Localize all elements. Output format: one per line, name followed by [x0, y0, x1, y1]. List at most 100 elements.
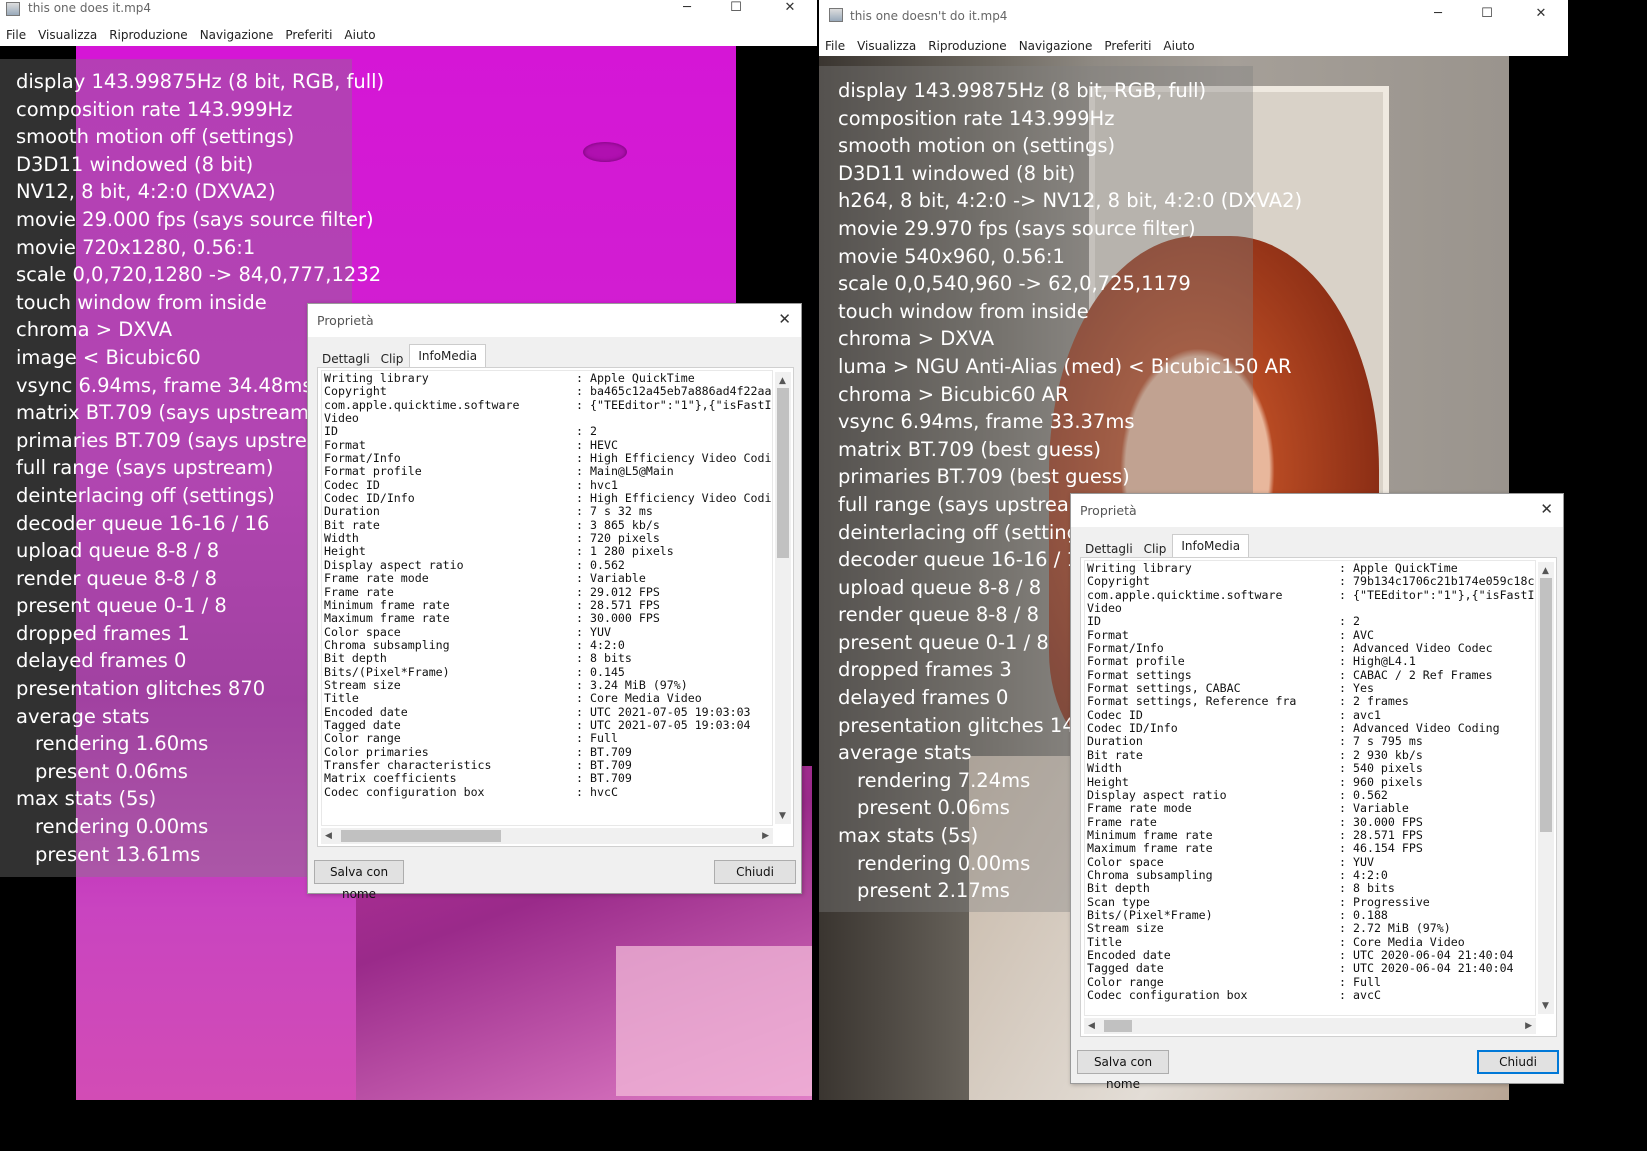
info-label: Codec ID/Info: [1087, 722, 1178, 736]
tab-strip: Dettagli Clip InfoMedia: [317, 344, 487, 369]
close-button[interactable]: ✕: [1518, 6, 1564, 26]
info-label: Codec ID: [324, 478, 380, 492]
info-separator: :: [1339, 921, 1346, 936]
vertical-scrollbar[interactable]: ▲ ▼: [775, 372, 791, 824]
infomedia-pane: Writing library: Apple QuickTime Copyright…: [317, 367, 794, 847]
tab-infomedia[interactable]: InfoMedia: [409, 344, 487, 369]
info-text-area[interactable]: Writing library: Apple QuickTime Copyright…: [1084, 560, 1536, 1016]
menu-bar: File Visualizza Riproduzione Navigazione Pre…: [819, 36, 1568, 57]
info-value: 8 bits: [1353, 881, 1395, 896]
vertical-scroll-thumb[interactable]: [1540, 578, 1552, 832]
video-furniture: [616, 946, 812, 1096]
scroll-up-icon[interactable]: ▲: [779, 376, 786, 386]
scroll-down-icon[interactable]: ▼: [779, 811, 786, 821]
osd-line: scale 0,0,540,960 -> 62,0,725,1179: [838, 272, 1191, 296]
dialog-title-bar: Proprietà ✕: [1071, 494, 1563, 527]
minimize-button[interactable]: ─: [1415, 6, 1461, 26]
info-separator: :: [576, 451, 583, 466]
info-value: 79b134c1706c21b174e059c18c: [1353, 574, 1535, 589]
info-value: Advanced Video Coding: [1353, 721, 1500, 736]
title-bar: this one doesn't do it.mp4 ─ ☐ ✕: [819, 0, 1568, 32]
info-text-area[interactable]: Writing library: Apple QuickTime Copyright…: [321, 370, 773, 826]
info-separator: :: [1339, 734, 1346, 749]
info-label: com.apple.quicktime.software: [324, 398, 520, 412]
info-value: 7 s 795 ms: [1353, 734, 1423, 749]
menu-preferiti[interactable]: Preferiti: [279, 25, 338, 46]
info-separator: :: [1339, 881, 1346, 896]
close-dialog-button[interactable]: Chiudi: [1477, 1050, 1559, 1074]
scroll-right-icon[interactable]: ▶: [762, 831, 769, 841]
info-separator: :: [1339, 934, 1346, 949]
dialog-close-icon[interactable]: ✕: [1540, 500, 1553, 518]
close-button[interactable]: ✕: [767, 0, 813, 20]
osd-line: NV12, 8 bit, 4:2:0 (DXVA2): [16, 180, 276, 204]
menu-riproduzione[interactable]: Riproduzione: [922, 36, 1013, 57]
info-label: Minimum frame rate: [324, 598, 450, 612]
menu-visualizza[interactable]: Visualizza: [32, 25, 103, 46]
scroll-left-icon[interactable]: ◀: [325, 831, 332, 841]
info-label: Bit rate: [324, 518, 380, 532]
menu-riproduzione[interactable]: Riproduzione: [103, 25, 194, 46]
info-row: Title: Core Media Video: [324, 691, 771, 705]
info-row: Frame rate mode: Variable: [1087, 801, 1534, 816]
info-value: 2: [1353, 614, 1360, 629]
info-value: Variable: [1353, 801, 1409, 816]
info-value: hvcC: [590, 784, 618, 799]
menu-aiuto[interactable]: Aiuto: [338, 25, 381, 46]
scroll-up-icon[interactable]: ▲: [1542, 566, 1549, 576]
info-row: Height:960 pixels: [1087, 775, 1534, 789]
minimize-button[interactable]: ─: [664, 0, 710, 20]
menu-visualizza[interactable]: Visualizza: [851, 36, 922, 57]
save-as-button[interactable]: Salva con nome: [314, 860, 404, 901]
maximize-button[interactable]: ☐: [1464, 6, 1510, 26]
tab-clip[interactable]: Clip: [1139, 536, 1173, 558]
vertical-scroll-thumb[interactable]: [777, 388, 789, 558]
info-separator: :: [576, 397, 583, 412]
maximize-button[interactable]: ☐: [713, 0, 759, 20]
info-value: UTC 2020-06-04 21:40:04: [1353, 961, 1514, 976]
info-label: Writing library: [324, 372, 429, 385]
tab-infomedia[interactable]: InfoMedia: [1172, 534, 1250, 559]
dialog-close-icon[interactable]: ✕: [778, 310, 791, 328]
info-separator: :: [576, 384, 583, 399]
vertical-scrollbar[interactable]: ▲ ▼: [1538, 562, 1554, 1014]
menu-navigazione[interactable]: Navigazione: [1013, 36, 1099, 57]
info-separator: :: [576, 491, 583, 506]
info-value: 4:2:0: [1353, 867, 1388, 882]
tab-dettagli[interactable]: Dettagli: [317, 346, 376, 368]
menu-aiuto[interactable]: Aiuto: [1157, 36, 1200, 57]
info-separator: :: [1339, 854, 1346, 869]
close-dialog-button[interactable]: Chiudi: [714, 860, 796, 884]
info-value: ba465c12a45eb7a886ad4f22aa: [590, 384, 772, 399]
horizontal-scroll-thumb[interactable]: [341, 830, 501, 842]
horizontal-scrollbar[interactable]: ◀ ▶: [1084, 1018, 1536, 1034]
menu-preferiti[interactable]: Preferiti: [1098, 36, 1157, 57]
info-value: 3 865 kb/s: [590, 517, 660, 532]
info-row: Bit depth:8 bits: [1087, 881, 1534, 896]
info-separator: :: [1339, 947, 1346, 962]
info-value: Core Media Video: [1353, 934, 1465, 949]
osd-line: display 143.99875Hz (8 bit, RGB, full): [16, 70, 385, 93]
scroll-left-icon[interactable]: ◀: [1088, 1021, 1095, 1031]
tab-clip[interactable]: Clip: [376, 346, 410, 368]
info-separator: :: [576, 624, 583, 639]
info-value: 0.562: [590, 557, 625, 572]
info-value: hvc1: [590, 477, 618, 492]
info-value: 46.154 FPS: [1353, 841, 1423, 856]
scroll-down-icon[interactable]: ▼: [1542, 1001, 1549, 1011]
horizontal-scrollbar[interactable]: ◀ ▶: [321, 828, 773, 844]
info-list: Writing library: Apple QuickTime Copyright…: [1087, 561, 1535, 1002]
info-label: Format/Info: [1087, 642, 1164, 656]
save-as-button[interactable]: Salva con nome: [1077, 1050, 1169, 1091]
info-row: Frame rate:30.000 FPS: [1087, 815, 1534, 829]
osd-line: smooth motion on (settings): [838, 134, 1116, 158]
menu-navigazione[interactable]: Navigazione: [194, 25, 280, 46]
info-label: Stream size: [324, 678, 401, 692]
horizontal-scroll-thumb[interactable]: [1104, 1020, 1132, 1032]
info-row: Bit rate:3 865 kb/s: [324, 517, 771, 532]
menu-file[interactable]: File: [819, 36, 851, 57]
menu-file[interactable]: File: [0, 25, 32, 46]
tab-dettagli[interactable]: Dettagli: [1080, 536, 1139, 558]
scroll-right-icon[interactable]: ▶: [1525, 1021, 1532, 1031]
info-separator: :: [1339, 587, 1346, 602]
